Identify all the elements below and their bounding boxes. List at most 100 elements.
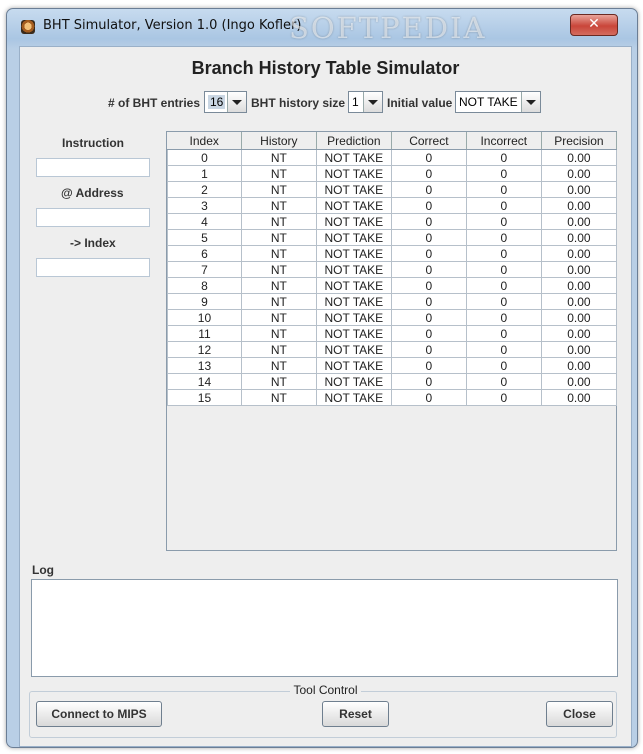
cell-correct[interactable]: 0 <box>390 181 467 198</box>
table-row[interactable]: 1 NT NOT TAKE 0 0 0.00 <box>167 165 618 182</box>
cell-precision[interactable]: 0.00 <box>540 213 618 230</box>
index-field[interactable] <box>36 258 150 277</box>
cell-prediction[interactable]: NOT TAKE <box>315 389 392 406</box>
column-header-prediction[interactable]: Prediction <box>316 132 392 150</box>
cell-incorrect[interactable]: 0 <box>465 293 542 310</box>
cell-incorrect[interactable]: 0 <box>465 261 542 278</box>
cell-incorrect[interactable]: 0 <box>465 197 542 214</box>
cell-incorrect[interactable]: 0 <box>465 373 542 390</box>
table-row[interactable]: 7 NT NOT TAKE 0 0 0.00 <box>167 261 618 278</box>
cell-index[interactable]: 5 <box>167 229 242 246</box>
cell-history[interactable]: NT <box>240 309 317 326</box>
cell-correct[interactable]: 0 <box>390 213 467 230</box>
title-bar[interactable]: BHT Simulator, Version 1.0 (Ingo Kofler)… <box>7 9 637 45</box>
cell-history[interactable]: NT <box>240 341 317 358</box>
cell-precision[interactable]: 0.00 <box>540 309 618 326</box>
cell-precision[interactable]: 0.00 <box>540 261 618 278</box>
cell-prediction[interactable]: NOT TAKE <box>315 341 392 358</box>
table-row[interactable]: 10 NT NOT TAKE 0 0 0.00 <box>167 309 618 326</box>
cell-index[interactable]: 3 <box>167 197 242 214</box>
cell-incorrect[interactable]: 0 <box>465 357 542 374</box>
table-row[interactable]: 4 NT NOT TAKE 0 0 0.00 <box>167 213 618 230</box>
cell-correct[interactable]: 0 <box>390 277 467 294</box>
cell-correct[interactable]: 0 <box>390 293 467 310</box>
cell-index[interactable]: 0 <box>167 149 242 166</box>
window-close-button[interactable]: ✕ <box>570 14 618 36</box>
cell-prediction[interactable]: NOT TAKE <box>315 229 392 246</box>
cell-correct[interactable]: 0 <box>390 245 467 262</box>
cell-history[interactable]: NT <box>240 245 317 262</box>
cell-incorrect[interactable]: 0 <box>465 325 542 342</box>
cell-index[interactable]: 8 <box>167 277 242 294</box>
cell-precision[interactable]: 0.00 <box>540 373 618 390</box>
cell-correct[interactable]: 0 <box>390 229 467 246</box>
entries-select[interactable]: 16 <box>204 91 247 113</box>
cell-index[interactable]: 6 <box>167 245 242 262</box>
column-header-index[interactable]: Index <box>167 132 242 150</box>
cell-prediction[interactable]: NOT TAKE <box>315 293 392 310</box>
column-header-precision[interactable]: Precision <box>541 132 618 150</box>
table-row[interactable]: 8 NT NOT TAKE 0 0 0.00 <box>167 277 618 294</box>
log-textarea[interactable] <box>31 579 618 677</box>
cell-precision[interactable]: 0.00 <box>540 357 618 374</box>
cell-precision[interactable]: 0.00 <box>540 197 618 214</box>
cell-correct[interactable]: 0 <box>390 197 467 214</box>
cell-precision[interactable]: 0.00 <box>540 293 618 310</box>
cell-prediction[interactable]: NOT TAKE <box>315 197 392 214</box>
cell-index[interactable]: 10 <box>167 309 242 326</box>
table-row[interactable]: 6 NT NOT TAKE 0 0 0.00 <box>167 245 618 262</box>
cell-history[interactable]: NT <box>240 277 317 294</box>
cell-prediction[interactable]: NOT TAKE <box>315 373 392 390</box>
table-row[interactable]: 14 NT NOT TAKE 0 0 0.00 <box>167 373 618 390</box>
cell-incorrect[interactable]: 0 <box>465 389 542 406</box>
cell-correct[interactable]: 0 <box>390 309 467 326</box>
cell-correct[interactable]: 0 <box>390 389 467 406</box>
cell-index[interactable]: 2 <box>167 181 242 198</box>
cell-incorrect[interactable]: 0 <box>465 213 542 230</box>
cell-index[interactable]: 14 <box>167 373 242 390</box>
cell-history[interactable]: NT <box>240 213 317 230</box>
cell-prediction[interactable]: NOT TAKE <box>315 277 392 294</box>
cell-incorrect[interactable]: 0 <box>465 181 542 198</box>
cell-precision[interactable]: 0.00 <box>540 341 618 358</box>
cell-prediction[interactable]: NOT TAKE <box>315 213 392 230</box>
close-button[interactable]: Close <box>546 701 613 727</box>
cell-history[interactable]: NT <box>240 261 317 278</box>
cell-history[interactable]: NT <box>240 357 317 374</box>
cell-incorrect[interactable]: 0 <box>465 277 542 294</box>
cell-correct[interactable]: 0 <box>390 341 467 358</box>
cell-prediction[interactable]: NOT TAKE <box>315 181 392 198</box>
cell-precision[interactable]: 0.00 <box>540 245 618 262</box>
reset-button[interactable]: Reset <box>322 701 389 727</box>
cell-history[interactable]: NT <box>240 149 317 166</box>
table-row[interactable]: 0 NT NOT TAKE 0 0 0.00 <box>167 149 618 166</box>
initial-value-select[interactable]: NOT TAKE <box>455 91 541 113</box>
cell-prediction[interactable]: NOT TAKE <box>315 309 392 326</box>
cell-incorrect[interactable]: 0 <box>465 149 542 166</box>
cell-incorrect[interactable]: 0 <box>465 341 542 358</box>
connect-to-mips-button[interactable]: Connect to MIPS <box>36 701 162 727</box>
cell-precision[interactable]: 0.00 <box>540 325 618 342</box>
instruction-field[interactable] <box>36 158 150 177</box>
cell-precision[interactable]: 0.00 <box>540 229 618 246</box>
cell-prediction[interactable]: NOT TAKE <box>315 325 392 342</box>
chevron-down-icon[interactable] <box>521 92 540 112</box>
cell-correct[interactable]: 0 <box>390 261 467 278</box>
cell-incorrect[interactable]: 0 <box>465 245 542 262</box>
cell-prediction[interactable]: NOT TAKE <box>315 165 392 182</box>
cell-history[interactable]: NT <box>240 165 317 182</box>
cell-history[interactable]: NT <box>240 181 317 198</box>
cell-incorrect[interactable]: 0 <box>465 229 542 246</box>
cell-index[interactable]: 1 <box>167 165 242 182</box>
table-row[interactable]: 3 NT NOT TAKE 0 0 0.00 <box>167 197 618 214</box>
cell-index[interactable]: 12 <box>167 341 242 358</box>
cell-index[interactable]: 9 <box>167 293 242 310</box>
cell-index[interactable]: 15 <box>167 389 242 406</box>
bht-table-panel[interactable]: Index History Prediction Correct Incorre… <box>166 131 618 551</box>
cell-prediction[interactable]: NOT TAKE <box>315 357 392 374</box>
cell-precision[interactable]: 0.00 <box>540 181 618 198</box>
column-header-incorrect[interactable]: Incorrect <box>466 132 542 150</box>
cell-precision[interactable]: 0.00 <box>540 149 618 166</box>
cell-incorrect[interactable]: 0 <box>465 165 542 182</box>
cell-history[interactable]: NT <box>240 197 317 214</box>
